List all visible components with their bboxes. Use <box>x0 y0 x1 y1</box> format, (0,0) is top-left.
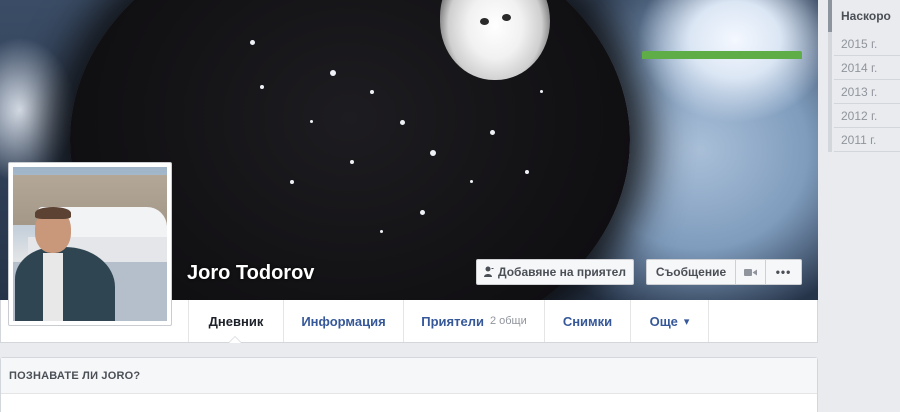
more-dots-icon: ••• <box>775 265 792 279</box>
year-nav-item[interactable]: 2014 г. <box>828 56 900 80</box>
avatar <box>13 167 167 321</box>
dog-snowy-snout <box>440 0 550 80</box>
tab-more[interactable]: Още ▾ <box>630 300 709 342</box>
year-nav-item[interactable]: 2013 г. <box>828 80 900 104</box>
tab-photos[interactable]: Снимки <box>544 300 630 342</box>
add-friend-label: Добавяне на приятел <box>498 265 626 279</box>
year-label: 2012 г. <box>841 109 878 123</box>
caret-down-icon: ▾ <box>683 315 690 328</box>
timeline-year-nav: Наскоро 2015 г. 2014 г. 2013 г. 2012 г. … <box>828 0 900 152</box>
more-options-button[interactable]: ••• <box>766 259 802 285</box>
tab-friends[interactable]: Приятели 2 общи <box>403 300 544 342</box>
tab-label: Снимки <box>562 313 613 329</box>
year-label: 2015 г. <box>841 37 878 51</box>
tab-about[interactable]: Информация <box>283 300 403 342</box>
person-plus-icon <box>484 266 494 278</box>
message-button-group: Съобщение ••• <box>646 259 802 285</box>
year-label: 2014 г. <box>841 61 878 75</box>
active-tab-indicator <box>228 336 242 343</box>
profile-name[interactable]: Joro Todorov <box>187 262 314 285</box>
year-label: 2013 г. <box>841 85 878 99</box>
add-friend-button[interactable]: Добавяне на приятел <box>476 259 634 285</box>
year-nav-recent[interactable]: Наскоро <box>828 0 900 32</box>
tab-label: Приятели <box>421 313 484 329</box>
year-nav-item[interactable]: 2012 г. <box>828 104 900 128</box>
video-camera-icon <box>744 268 757 277</box>
mutual-friends-count: 2 общи <box>489 315 527 327</box>
year-nav-item[interactable]: 2011 г. <box>828 128 900 152</box>
message-label: Съобщение <box>655 265 727 279</box>
tab-label: Информация <box>301 313 386 329</box>
year-label: 2011 г. <box>841 133 877 147</box>
message-button[interactable]: Съобщение <box>646 259 736 285</box>
profile-page: Joro Todorov Добавяне на приятел Съобщен… <box>0 0 900 412</box>
confirm-button[interactable] <box>642 51 802 59</box>
do-you-know-title: ПОЗНАВАТЕ ЛИ JORO? <box>1 358 817 394</box>
profile-picture[interactable] <box>8 162 172 326</box>
tab-label: Дневник <box>208 313 264 329</box>
do-you-know-box: ПОЗНАВАТЕ ЛИ JORO? <box>0 357 818 412</box>
tab-label: Още <box>649 313 678 329</box>
year-label: Наскоро <box>841 9 891 23</box>
video-call-button[interactable] <box>736 259 766 285</box>
year-nav-item[interactable]: 2015 г. <box>828 32 900 56</box>
